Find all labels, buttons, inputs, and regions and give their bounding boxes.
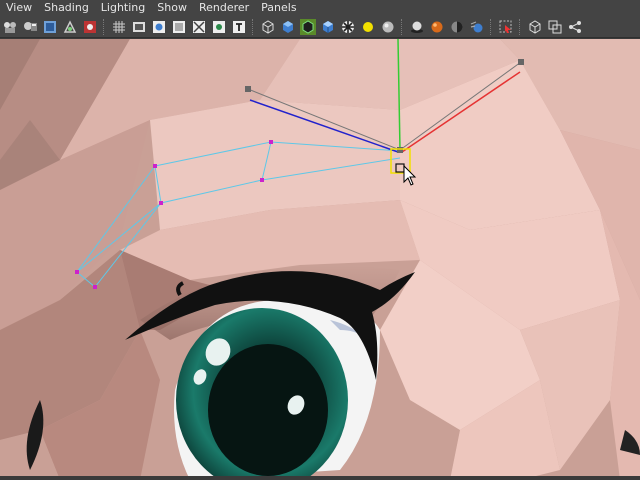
all-lights-icon[interactable]: [380, 19, 396, 35]
xray-icon[interactable]: [527, 19, 543, 35]
xray-components-icon[interactable]: [567, 19, 583, 35]
panel-menu-bar: View Shading Lighting Show Renderer Pane…: [0, 0, 640, 16]
menu-view[interactable]: View: [0, 0, 38, 16]
3d-viewport[interactable]: [0, 39, 640, 480]
menu-lighting[interactable]: Lighting: [95, 0, 151, 16]
vertex-point[interactable]: [75, 270, 79, 274]
viewport-border: [0, 476, 640, 480]
toolbar-separator: [519, 18, 522, 35]
vertex-point[interactable]: [153, 164, 157, 168]
panel-toolbar: [0, 16, 640, 38]
bookmark-icon[interactable]: [22, 19, 38, 35]
safe-title-icon[interactable]: [231, 19, 247, 35]
vertex-point[interactable]: [159, 201, 163, 205]
toolbar-separator: [401, 18, 404, 35]
vertex-point[interactable]: [260, 178, 264, 182]
field-chart-icon[interactable]: [191, 19, 207, 35]
image-plane-icon[interactable]: [42, 19, 58, 35]
camera-attributes-icon[interactable]: [2, 19, 18, 35]
vertex-point[interactable]: [93, 285, 97, 289]
maya-viewport-panel: View Shading Lighting Show Renderer Pane…: [0, 0, 640, 480]
wireframe-on-shaded-icon[interactable]: [300, 18, 316, 35]
film-gate-icon[interactable]: [131, 19, 147, 35]
ambient-occlusion-icon[interactable]: [429, 19, 445, 35]
viewport-scene: [0, 39, 640, 480]
2d-pan-zoom-icon[interactable]: [62, 19, 78, 35]
manipulator-center[interactable]: [397, 147, 403, 153]
isolate-select-icon[interactable]: [498, 19, 514, 35]
gate-mask-icon[interactable]: [171, 19, 187, 35]
flat-shade-icon[interactable]: [320, 19, 336, 35]
menu-renderer[interactable]: Renderer: [193, 0, 255, 16]
xray-joints-icon[interactable]: [547, 19, 563, 35]
pupil: [208, 344, 328, 476]
default-light-icon[interactable]: [360, 19, 376, 35]
menu-shading[interactable]: Shading: [38, 0, 95, 16]
menu-panels[interactable]: Panels: [255, 0, 302, 16]
safe-action-icon[interactable]: [211, 19, 227, 35]
anti-alias-icon[interactable]: [449, 19, 465, 35]
resolution-gate-icon[interactable]: [151, 19, 167, 35]
wireframe-icon[interactable]: [260, 19, 276, 35]
grid-icon[interactable]: [111, 19, 127, 35]
grease-pencil-icon[interactable]: [82, 19, 98, 35]
menu-show[interactable]: Show: [151, 0, 193, 16]
x-scale-handle[interactable]: [518, 59, 524, 65]
motion-blur-icon[interactable]: [469, 19, 485, 35]
vertex-point[interactable]: [269, 140, 273, 144]
shadows-icon[interactable]: [409, 19, 425, 35]
textured-icon[interactable]: [340, 19, 356, 35]
toolbar-separator: [490, 18, 493, 35]
z-scale-handle[interactable]: [245, 86, 251, 92]
toolbar-separator: [103, 18, 106, 35]
smooth-shade-icon[interactable]: [280, 19, 296, 35]
toolbar-separator: [252, 18, 255, 35]
